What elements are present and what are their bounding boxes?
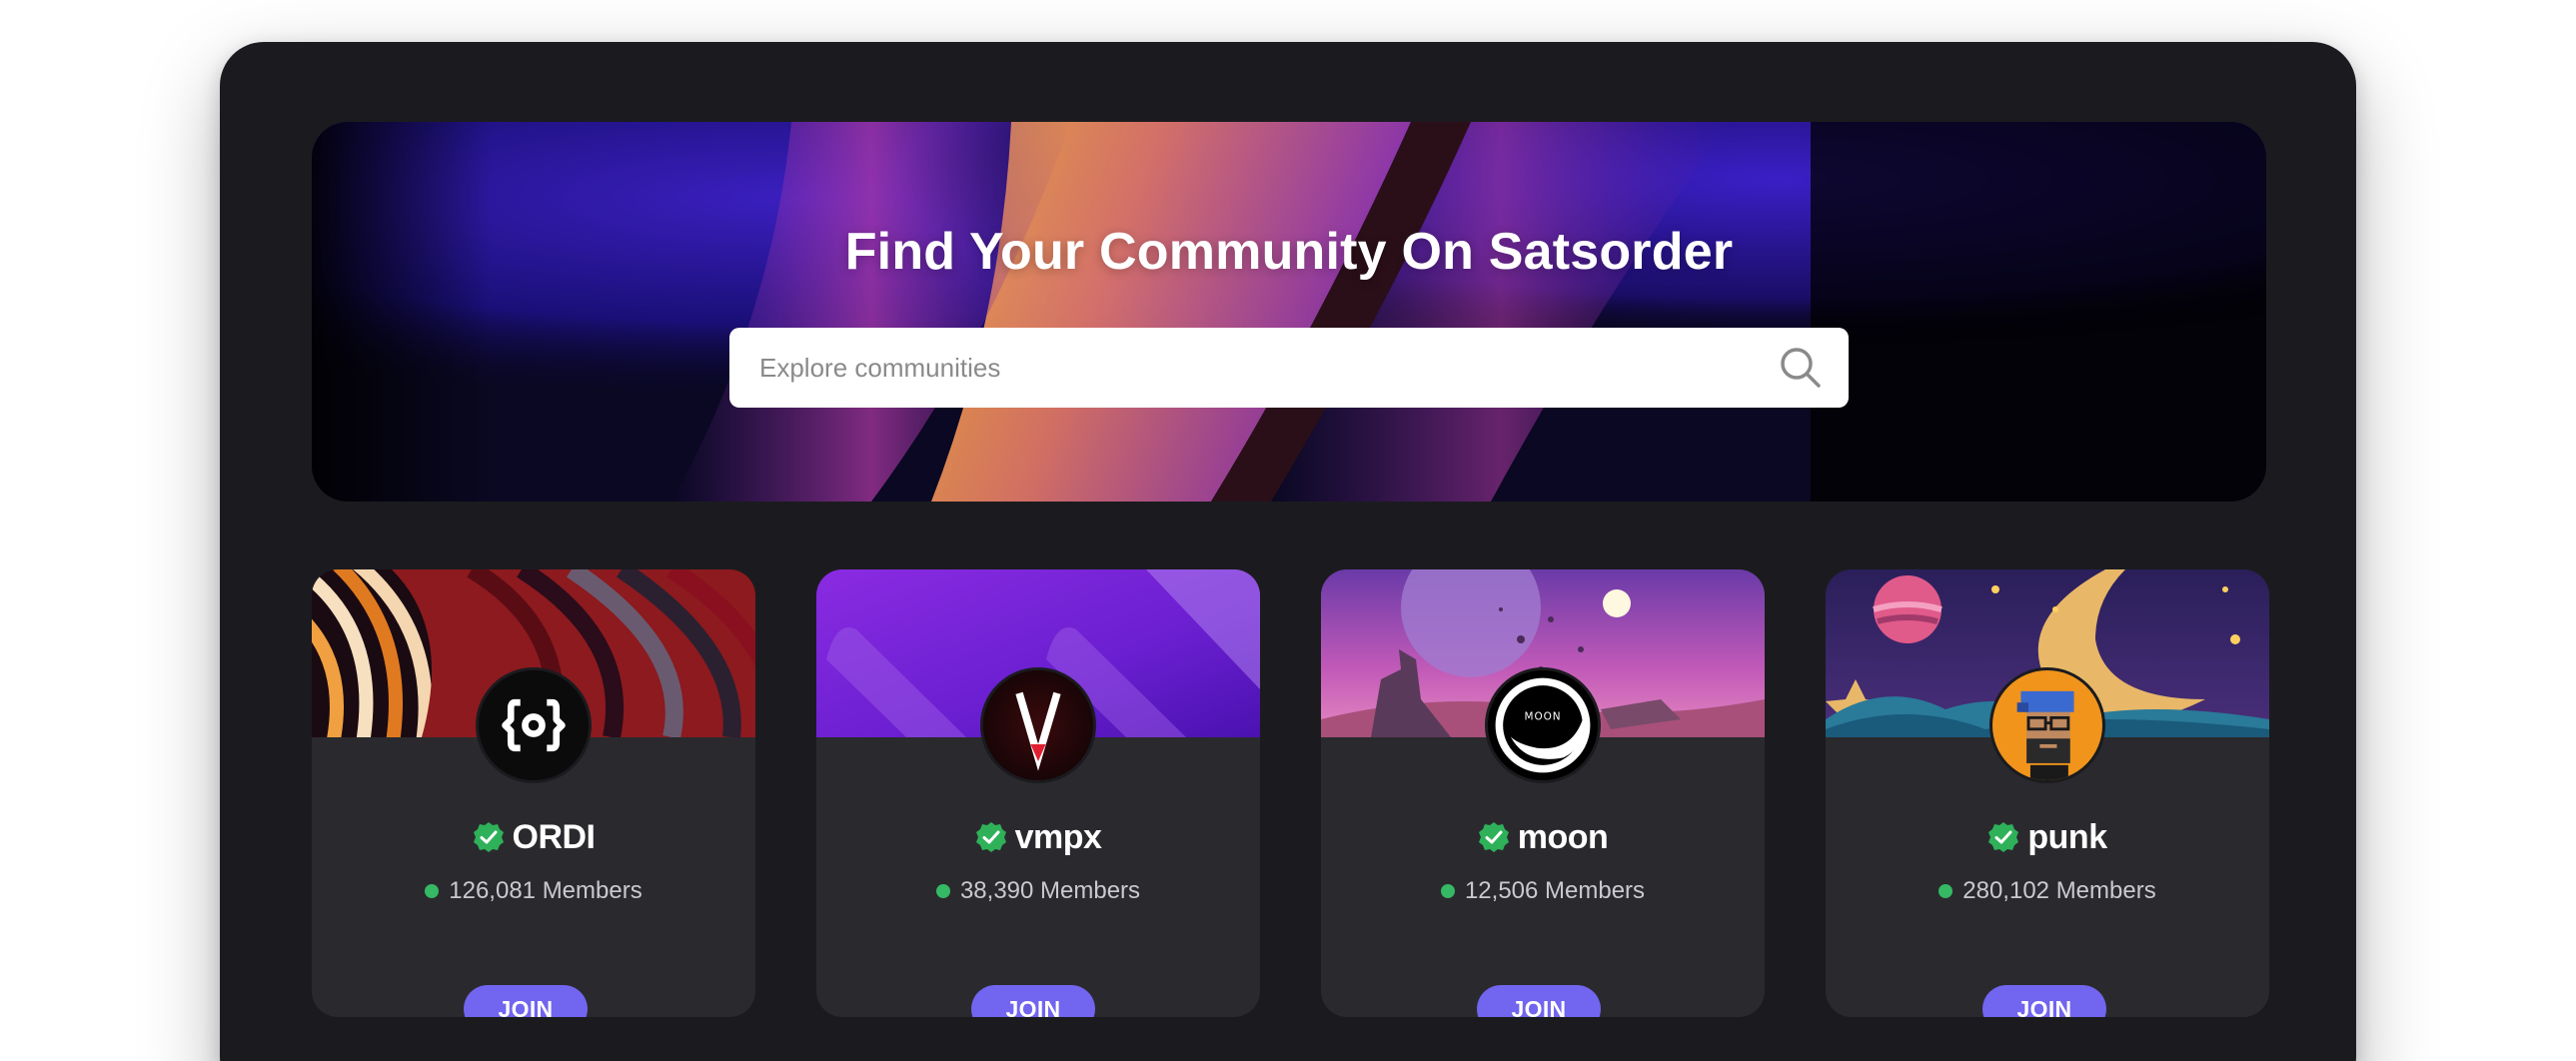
community-card-ordi[interactable]: ORDI 126,081 Members JOIN bbox=[312, 569, 755, 1017]
members-row: 280,102 Members bbox=[1826, 873, 2269, 909]
community-name[interactable]: punk bbox=[2027, 818, 2107, 857]
join-button[interactable]: JOIN bbox=[1477, 985, 1601, 1017]
hero-banner: Find Your Community On Satsorder bbox=[312, 122, 2266, 502]
online-dot-icon bbox=[425, 884, 440, 898]
community-name[interactable]: moon bbox=[1518, 818, 1609, 857]
vmpx-logo-icon bbox=[980, 667, 1096, 783]
ordi-logo-icon bbox=[476, 667, 592, 783]
community-card-vmpx[interactable]: vmpx 38,390 Members JOIN bbox=[816, 569, 1260, 1017]
verified-badge-icon bbox=[975, 822, 1006, 852]
members-row: 38,390 Members bbox=[816, 873, 1260, 909]
hero-title: Find Your Community On Satsorder bbox=[844, 223, 1734, 281]
svg-text:MOON: MOON bbox=[1525, 710, 1562, 722]
join-button[interactable]: JOIN bbox=[1982, 985, 2106, 1017]
community-name-row: punk bbox=[1826, 815, 2269, 859]
verified-badge-icon bbox=[473, 822, 504, 852]
search-icon[interactable] bbox=[1777, 344, 1825, 392]
members-count: 280,102 Members bbox=[1962, 877, 2156, 904]
community-card-punk[interactable]: punk 280,102 Members JOIN bbox=[1826, 569, 2269, 1017]
verified-badge-icon bbox=[1478, 822, 1509, 852]
members-count: 38,390 Members bbox=[959, 877, 1141, 904]
community-name[interactable]: vmpx bbox=[1015, 818, 1102, 857]
join-button[interactable]: JOIN bbox=[971, 985, 1095, 1017]
members-count: 126,081 Members bbox=[449, 877, 643, 904]
join-button[interactable]: JOIN bbox=[464, 985, 588, 1017]
punk-avatar-icon bbox=[1989, 667, 2105, 783]
community-card-moon[interactable]: MOON moon 12,506 Members JOIN bbox=[1321, 569, 1765, 1017]
members-row: 126,081 Members bbox=[312, 873, 755, 909]
search-bar[interactable] bbox=[729, 328, 1849, 408]
verified-badge-icon bbox=[1988, 822, 2019, 852]
community-name-row: ORDI bbox=[312, 815, 755, 859]
community-name[interactable]: ORDI bbox=[513, 818, 597, 857]
communities-panel: Find Your Community On Satsorder Explore… bbox=[220, 42, 2356, 1061]
hero-background bbox=[312, 122, 2266, 502]
members-row: 12,506 Members bbox=[1321, 873, 1765, 909]
search-input[interactable] bbox=[729, 328, 1777, 408]
community-name-row: moon bbox=[1321, 815, 1765, 859]
members-count: 12,506 Members bbox=[1464, 877, 1646, 904]
online-dot-icon bbox=[935, 884, 950, 898]
community-name-row: vmpx bbox=[816, 815, 1260, 859]
online-dot-icon bbox=[1938, 884, 1953, 898]
moon-logo-icon: MOON bbox=[1485, 667, 1601, 783]
online-dot-icon bbox=[1440, 884, 1455, 898]
